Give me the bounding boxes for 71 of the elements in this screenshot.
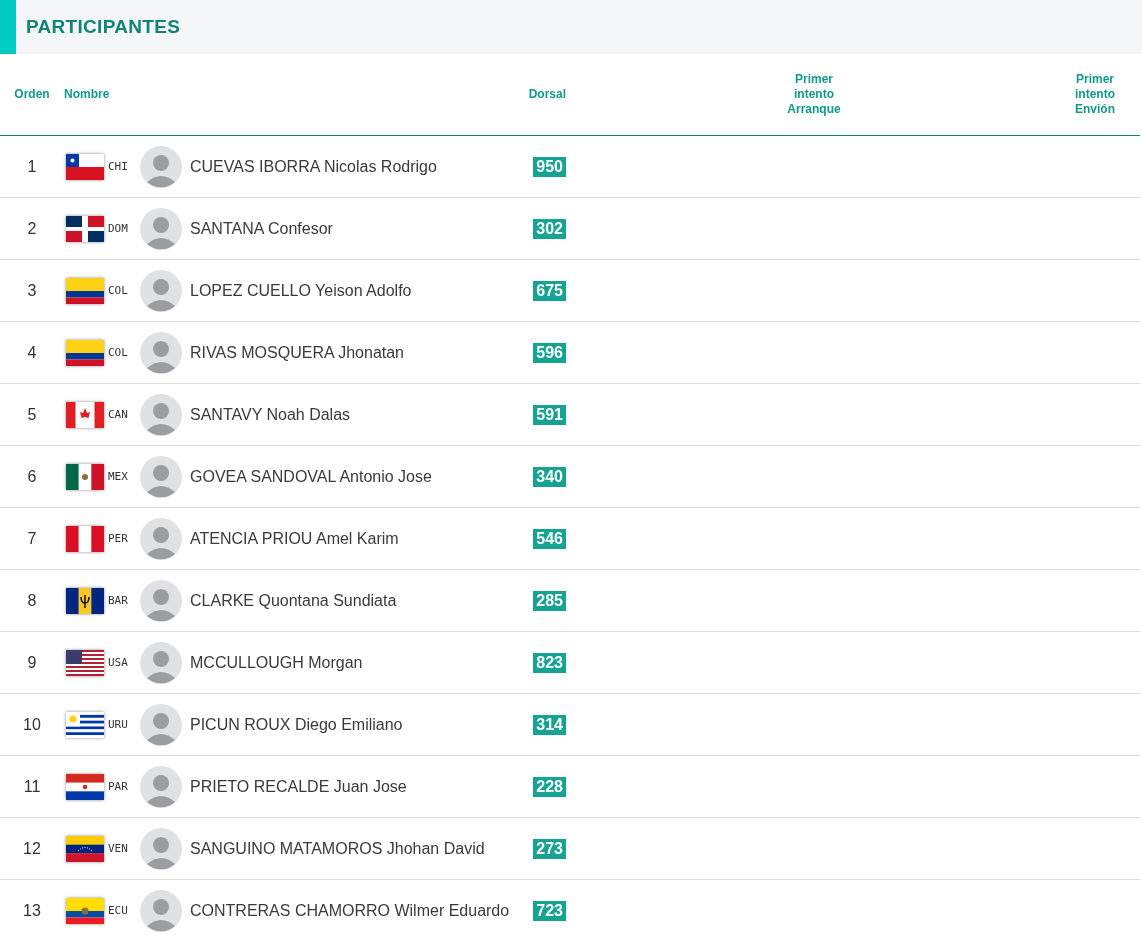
bib-number: 340 [533, 466, 566, 487]
country-code: CAN [108, 408, 129, 421]
avatar-icon [140, 269, 182, 312]
country-code: BAR [108, 594, 129, 607]
country-code: URU [108, 718, 129, 731]
order-number: 7 [26, 529, 38, 548]
avatar-icon [140, 331, 182, 374]
order-number: 8 [26, 591, 38, 610]
order-number: 6 [26, 467, 38, 486]
bib-number: 273 [533, 838, 566, 859]
column-header: Nombre [64, 87, 110, 102]
country-code: CHI [108, 160, 129, 173]
athlete-name: CONTRERAS CHAMORRO Wilmer Eduardo [190, 901, 510, 920]
column-header: Primer intento Arranque [786, 72, 842, 117]
athlete-name: MCCULLOUGH Morgan [190, 653, 363, 672]
bib-number: 596 [533, 342, 566, 363]
order-number: 5 [26, 405, 38, 424]
avatar-icon [140, 393, 182, 436]
bib-number: 723 [533, 900, 566, 921]
country-code: VEN [108, 842, 129, 855]
avatar-icon [140, 455, 182, 498]
athlete-name: SANTAVY Noah Dalas [190, 405, 351, 424]
avatar-icon [140, 827, 182, 870]
athlete-name: CUEVAS IBORRA Nicolas Rodrigo [190, 157, 437, 176]
order-number: 9 [26, 653, 38, 672]
bib-number: 228 [533, 776, 566, 797]
avatar-icon [140, 517, 182, 560]
bib-number: 591 [533, 404, 566, 425]
avatar-icon [140, 641, 182, 684]
athlete-name: RIVAS MOSQUERA Jhonatan [190, 343, 404, 362]
country-code: DOM [108, 222, 129, 235]
avatar-icon [140, 703, 182, 746]
country-code: COL [108, 284, 129, 297]
bib-number: 823 [533, 652, 566, 673]
athlete-name: SANTANA Confesor [190, 219, 333, 238]
avatar-icon [140, 579, 182, 622]
country-code: USA [108, 656, 129, 669]
column-header: Orden [14, 87, 50, 102]
country-code: COL [108, 346, 129, 359]
bib-number: 675 [533, 280, 566, 301]
section-title: PARTICIPANTES [26, 16, 181, 38]
column-header: Primer intento Envión [1074, 72, 1116, 117]
order-number: 13 [22, 901, 42, 920]
bib-number: 546 [533, 528, 566, 549]
country-code: PER [108, 532, 129, 545]
athlete-name: GOVEA SANDOVAL Antonio Jose [190, 467, 432, 486]
order-number: 2 [26, 219, 38, 238]
bib-number: 285 [533, 590, 566, 611]
avatar-icon [140, 765, 182, 808]
order-number: 10 [22, 715, 42, 734]
bib-number: 302 [533, 218, 566, 239]
bib-number: 314 [533, 714, 566, 735]
order-number: 1 [26, 157, 38, 176]
order-number: 11 [22, 777, 42, 796]
avatar-icon [140, 207, 182, 250]
order-number: 3 [26, 281, 38, 300]
athlete-name: PICUN ROUX Diego Emiliano [190, 715, 403, 734]
avatar-icon [140, 889, 182, 932]
column-header: Dorsal [528, 87, 566, 102]
bib-number: 950 [533, 156, 566, 177]
athlete-name: CLARKE Quontana Sundiata [190, 591, 397, 610]
country-code: PAR [108, 780, 129, 793]
athlete-name: ATENCIA PRIOU Amel Karim [190, 529, 399, 548]
athlete-name: PRIETO RECALDE Juan Jose [190, 777, 407, 796]
athlete-name: SANGUINO MATAMOROS Jhohan David [190, 839, 485, 858]
country-code: ECU [108, 904, 129, 917]
order-number: 4 [26, 343, 38, 362]
country-code: MEX [108, 470, 129, 483]
athlete-name: LOPEZ CUELLO Yeison Adolfo [190, 281, 412, 300]
avatar-icon [140, 145, 182, 188]
order-number: 12 [22, 839, 42, 858]
